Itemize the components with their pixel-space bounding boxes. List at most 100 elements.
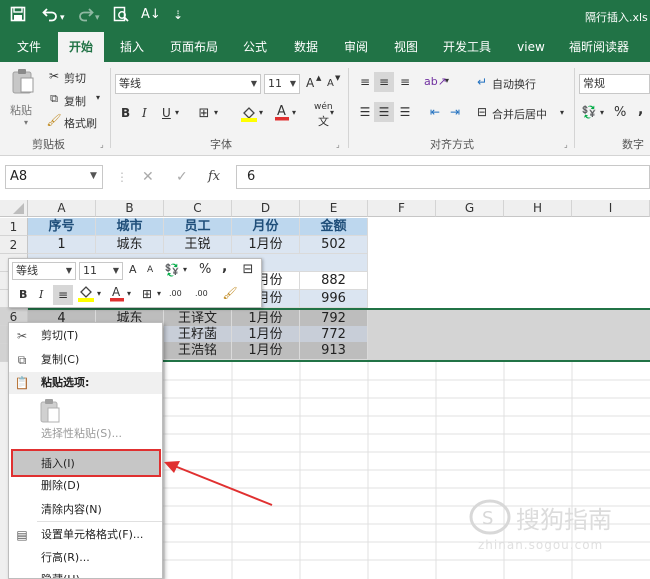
paste-icon[interactable] bbox=[10, 68, 36, 94]
tab-view-addin[interactable]: view bbox=[512, 32, 550, 62]
column-header-c[interactable]: C bbox=[164, 200, 232, 217]
font-color-icon[interactable]: A bbox=[274, 103, 290, 125]
tab-insert[interactable]: 插入 bbox=[112, 32, 152, 62]
column-header-h[interactable]: H bbox=[504, 200, 572, 217]
mini-accounting-icon[interactable]: 💱 bbox=[163, 262, 181, 278]
copy-dropdown-icon[interactable]: ▾ bbox=[96, 93, 100, 102]
select-all-corner[interactable] bbox=[0, 200, 28, 217]
mini-comma-button[interactable]: , bbox=[222, 259, 227, 275]
align-top-icon[interactable]: ≡ bbox=[356, 74, 374, 90]
borders-icon[interactable]: ⊞ bbox=[196, 106, 212, 122]
menu-item-copy[interactable]: ⧉ 复制(C) bbox=[9, 349, 162, 371]
column-header-b[interactable]: B bbox=[96, 200, 164, 217]
accounting-dropdown-icon[interactable]: ▾ bbox=[600, 108, 604, 117]
cell-e1[interactable]: 金额 bbox=[300, 218, 368, 236]
enter-icon[interactable]: ✓ bbox=[176, 169, 188, 185]
undo-icon[interactable] bbox=[42, 6, 58, 26]
shrink-font-button[interactable]: A bbox=[327, 78, 334, 89]
cell-e5[interactable]: 996 bbox=[300, 290, 368, 308]
menu-item-row-height[interactable]: 行高(R)... bbox=[9, 547, 162, 569]
decrease-indent-icon[interactable]: ⇤ bbox=[426, 104, 444, 120]
bold-button[interactable]: B bbox=[121, 106, 130, 120]
mini-format-painter-icon[interactable]: 🖌 bbox=[221, 285, 239, 301]
borders-dropdown-icon[interactable]: ▾ bbox=[214, 108, 218, 117]
menu-item-cut[interactable]: ✂ 剪切(T) bbox=[9, 325, 162, 347]
grow-font-button[interactable]: A bbox=[306, 76, 314, 90]
column-header-e[interactable]: E bbox=[300, 200, 368, 217]
underline-dropdown-icon[interactable]: ▾ bbox=[175, 108, 179, 117]
cell-e4[interactable]: 882 bbox=[300, 272, 368, 290]
font-size-combo[interactable]: 11 ▼ bbox=[264, 74, 300, 94]
increase-indent-icon[interactable]: ⇥ bbox=[446, 104, 464, 120]
mini-increase-decimal-button[interactable]: .00 bbox=[169, 289, 182, 298]
mini-italic-button[interactable]: I bbox=[39, 288, 43, 301]
font-name-combo[interactable]: 等线 ▼ bbox=[115, 74, 261, 94]
format-painter-button[interactable]: 格式刷 bbox=[64, 115, 97, 131]
column-header-d[interactable]: D bbox=[232, 200, 300, 217]
cell-a2[interactable]: 1 bbox=[28, 236, 96, 254]
mini-font-color-dropdown-icon[interactable]: ▾ bbox=[127, 289, 131, 298]
cell-a1[interactable]: 序号 bbox=[28, 218, 96, 236]
mini-borders-icon[interactable]: ⊞ bbox=[139, 286, 155, 302]
tab-formulas[interactable]: 公式 bbox=[236, 32, 274, 62]
formula-input[interactable]: 6 bbox=[236, 165, 650, 189]
underline-button[interactable]: U bbox=[162, 106, 171, 120]
mini-fill-dropdown-icon[interactable]: ▾ bbox=[97, 289, 101, 298]
mini-font-combo[interactable]: 等线 ▼ bbox=[12, 262, 76, 280]
cell-e2[interactable]: 502 bbox=[300, 236, 368, 254]
mini-bold-button[interactable]: B bbox=[19, 288, 27, 301]
mini-decrease-decimal-button[interactable]: .00 bbox=[195, 289, 208, 298]
mini-grow-font-button[interactable]: A bbox=[129, 263, 137, 276]
column-header-i[interactable]: I bbox=[572, 200, 650, 217]
phonetic-dropdown-icon[interactable]: ▾ bbox=[330, 108, 334, 117]
percent-button[interactable]: % bbox=[614, 105, 626, 120]
cell-c1[interactable]: 员工 bbox=[164, 218, 232, 236]
number-format-combo[interactable]: 常规 bbox=[579, 74, 650, 94]
align-middle-icon[interactable]: ≡ bbox=[374, 72, 394, 92]
mini-center-icon[interactable]: ≡ bbox=[53, 285, 73, 305]
mini-percent-button[interactable]: % bbox=[199, 262, 211, 277]
mini-borders-dropdown-icon[interactable]: ▾ bbox=[157, 289, 161, 298]
tab-page-layout[interactable]: 页面布局 bbox=[164, 32, 224, 62]
font-color-dropdown-icon[interactable]: ▾ bbox=[292, 108, 296, 117]
mini-fill-color-icon[interactable] bbox=[77, 284, 95, 306]
row-header-2[interactable]: 2 bbox=[0, 236, 28, 254]
menu-item-clear-contents[interactable]: 清除内容(N) bbox=[9, 499, 162, 521]
wrap-text-button[interactable]: 自动换行 bbox=[492, 76, 536, 92]
menu-item-delete[interactable]: 删除(D) bbox=[9, 475, 162, 497]
cancel-icon[interactable]: ✕ bbox=[142, 169, 154, 185]
orientation-dropdown-icon[interactable]: ▾ bbox=[445, 76, 449, 85]
tab-developer[interactable]: 开发工具 bbox=[436, 32, 498, 62]
menu-item-format-cells[interactable]: ▤ 设置单元格格式(F)... bbox=[9, 524, 162, 546]
print-preview-icon[interactable] bbox=[113, 6, 129, 26]
column-header-g[interactable]: G bbox=[436, 200, 504, 217]
mini-accounting-dropdown-icon[interactable]: ▾ bbox=[183, 265, 187, 274]
align-bottom-icon[interactable]: ≡ bbox=[396, 74, 414, 90]
cell-c8[interactable]: 王浩铭 bbox=[164, 342, 232, 360]
name-box[interactable]: A8 bbox=[5, 165, 103, 189]
copy-button[interactable]: 复制 bbox=[64, 93, 86, 109]
merge-center-button[interactable]: 合并后居中 bbox=[492, 106, 547, 122]
clipboard-launcher-icon[interactable]: ⌟ bbox=[100, 140, 104, 149]
undo-dropdown-icon[interactable]: ▾ bbox=[60, 9, 65, 27]
fill-color-icon[interactable] bbox=[240, 104, 258, 126]
column-header-f[interactable]: F bbox=[368, 200, 436, 217]
mini-format-table-icon[interactable]: ⊟ bbox=[239, 262, 257, 278]
cell-b2[interactable]: 城东 bbox=[96, 236, 164, 254]
tab-review[interactable]: 审阅 bbox=[336, 32, 376, 62]
sort-az-icon[interactable]: A↓ bbox=[141, 6, 161, 24]
cell-d1[interactable]: 月份 bbox=[232, 218, 300, 236]
font-launcher-icon[interactable]: ⌟ bbox=[336, 140, 340, 149]
tab-home[interactable]: 开始 bbox=[58, 32, 104, 62]
paste-dropdown-icon[interactable]: ▾ bbox=[24, 118, 28, 127]
italic-button[interactable]: I bbox=[142, 106, 147, 120]
align-center-icon[interactable]: ☰ bbox=[374, 102, 394, 122]
merge-dropdown-icon[interactable]: ▾ bbox=[560, 108, 564, 117]
column-header-a[interactable]: A bbox=[28, 200, 96, 217]
insert-function-icon[interactable]: fx bbox=[208, 169, 220, 184]
tab-foxit-reader[interactable]: 福昕阅读器 bbox=[562, 32, 636, 62]
cell-b1[interactable]: 城市 bbox=[96, 218, 164, 236]
comma-button[interactable]: , bbox=[638, 102, 643, 118]
save-icon[interactable] bbox=[10, 6, 26, 26]
mini-font-color-icon[interactable]: A bbox=[109, 284, 125, 306]
